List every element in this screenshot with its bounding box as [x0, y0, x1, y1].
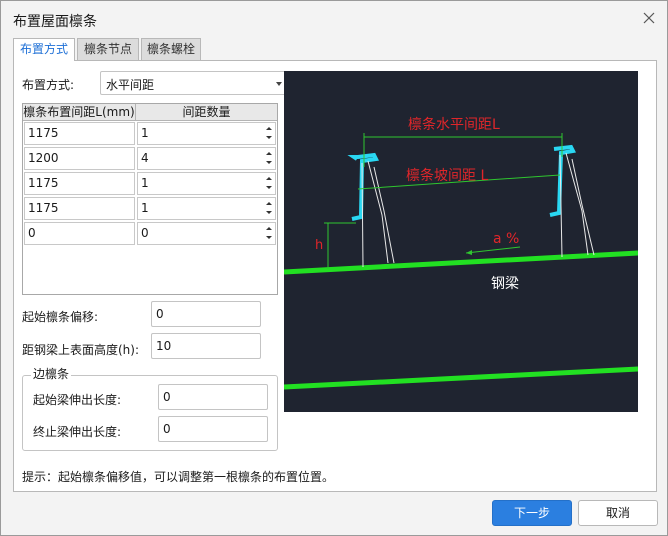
- spin-arrows-icon[interactable]: [265, 224, 273, 243]
- chevron-down-icon: [276, 82, 282, 86]
- spin-arrows-icon[interactable]: [265, 124, 273, 143]
- layout-mode-label: 布置方式:: [22, 78, 75, 92]
- slope-spacing-label: 檩条坡间距 L: [406, 167, 488, 184]
- layout-mode-select[interactable]: 水平间距: [100, 71, 290, 95]
- tab-purlin-bolt[interactable]: 檩条螺栓: [141, 38, 201, 60]
- edge-purlin-group-title: 边檩条: [31, 365, 72, 382]
- spacing-table: 檩条布置间距L(mm) 间距数量 1175 1 1200 4 1175 1 11…: [22, 103, 278, 295]
- spacing-cell[interactable]: 1175: [24, 172, 135, 195]
- spacing-cell[interactable]: 1200: [24, 147, 135, 170]
- title-bar: 布置屋面檩条: [1, 1, 667, 37]
- start-offset-label: 起始檩条偏移:: [22, 310, 99, 324]
- steel-beam-label: 钢梁: [491, 276, 519, 292]
- count-value: 1: [141, 201, 149, 215]
- beam-top-height-label: 距钢梁上表面高度(h):: [22, 343, 140, 357]
- count-cell[interactable]: 4: [137, 147, 276, 170]
- tab-purlin-node[interactable]: 檩条节点: [77, 38, 139, 60]
- count-value: 0: [141, 226, 149, 240]
- purlin-preview-diagram: 檩条水平间距L 檩条坡间距 L a % h 钢梁: [284, 71, 638, 412]
- count-cell[interactable]: 0: [137, 222, 276, 245]
- beam-top-height-input[interactable]: 10: [151, 333, 261, 359]
- tab-panel-layout-mode: 布置方式: 水平间距 檩条布置间距L(mm) 间距数量 1175 1 1200 …: [13, 60, 657, 492]
- horizontal-spacing-label: 檩条水平间距L: [408, 116, 500, 133]
- count-cell[interactable]: 1: [137, 122, 276, 145]
- spin-arrows-icon[interactable]: [265, 149, 273, 168]
- count-cell[interactable]: 1: [137, 197, 276, 220]
- dialog-window: 布置屋面檩条 布置方式 檩条节点 檩条螺栓 布置方式: 水平间距 檩条布置间距L…: [0, 0, 668, 536]
- end-extend-label: 终止梁伸出长度:: [33, 425, 122, 439]
- spacing-cell[interactable]: 1175: [24, 122, 135, 145]
- slope-percent-label: a %: [493, 231, 519, 247]
- start-offset-input[interactable]: 0: [151, 301, 261, 327]
- window-title: 布置屋面檩条: [13, 14, 97, 30]
- layout-mode-value: 水平间距: [106, 78, 155, 92]
- height-label: h: [315, 238, 323, 253]
- cancel-button[interactable]: 取消: [578, 500, 658, 526]
- spin-arrows-icon[interactable]: [265, 174, 273, 193]
- end-extend-input[interactable]: 0: [158, 416, 268, 442]
- spin-arrows-icon[interactable]: [265, 199, 273, 218]
- count-value: 4: [141, 151, 149, 165]
- hint-text: 提示：起始檩条偏移值，可以调整第一根檩条的布置位置。: [22, 470, 335, 484]
- count-cell[interactable]: 1: [137, 172, 276, 195]
- count-value: 1: [141, 176, 149, 190]
- next-button[interactable]: 下一步: [492, 500, 572, 526]
- spacing-cell[interactable]: 1175: [24, 197, 135, 220]
- count-value: 1: [141, 126, 149, 140]
- start-extend-label: 起始梁伸出长度:: [33, 393, 122, 407]
- tab-layout-mode[interactable]: 布置方式: [13, 38, 75, 61]
- column-header-spacing[interactable]: 檩条布置间距L(mm): [23, 104, 136, 121]
- spacing-cell[interactable]: 0: [24, 222, 135, 245]
- close-icon[interactable]: [641, 10, 657, 26]
- column-header-count[interactable]: 间距数量: [136, 104, 277, 121]
- start-extend-input[interactable]: 0: [158, 384, 268, 410]
